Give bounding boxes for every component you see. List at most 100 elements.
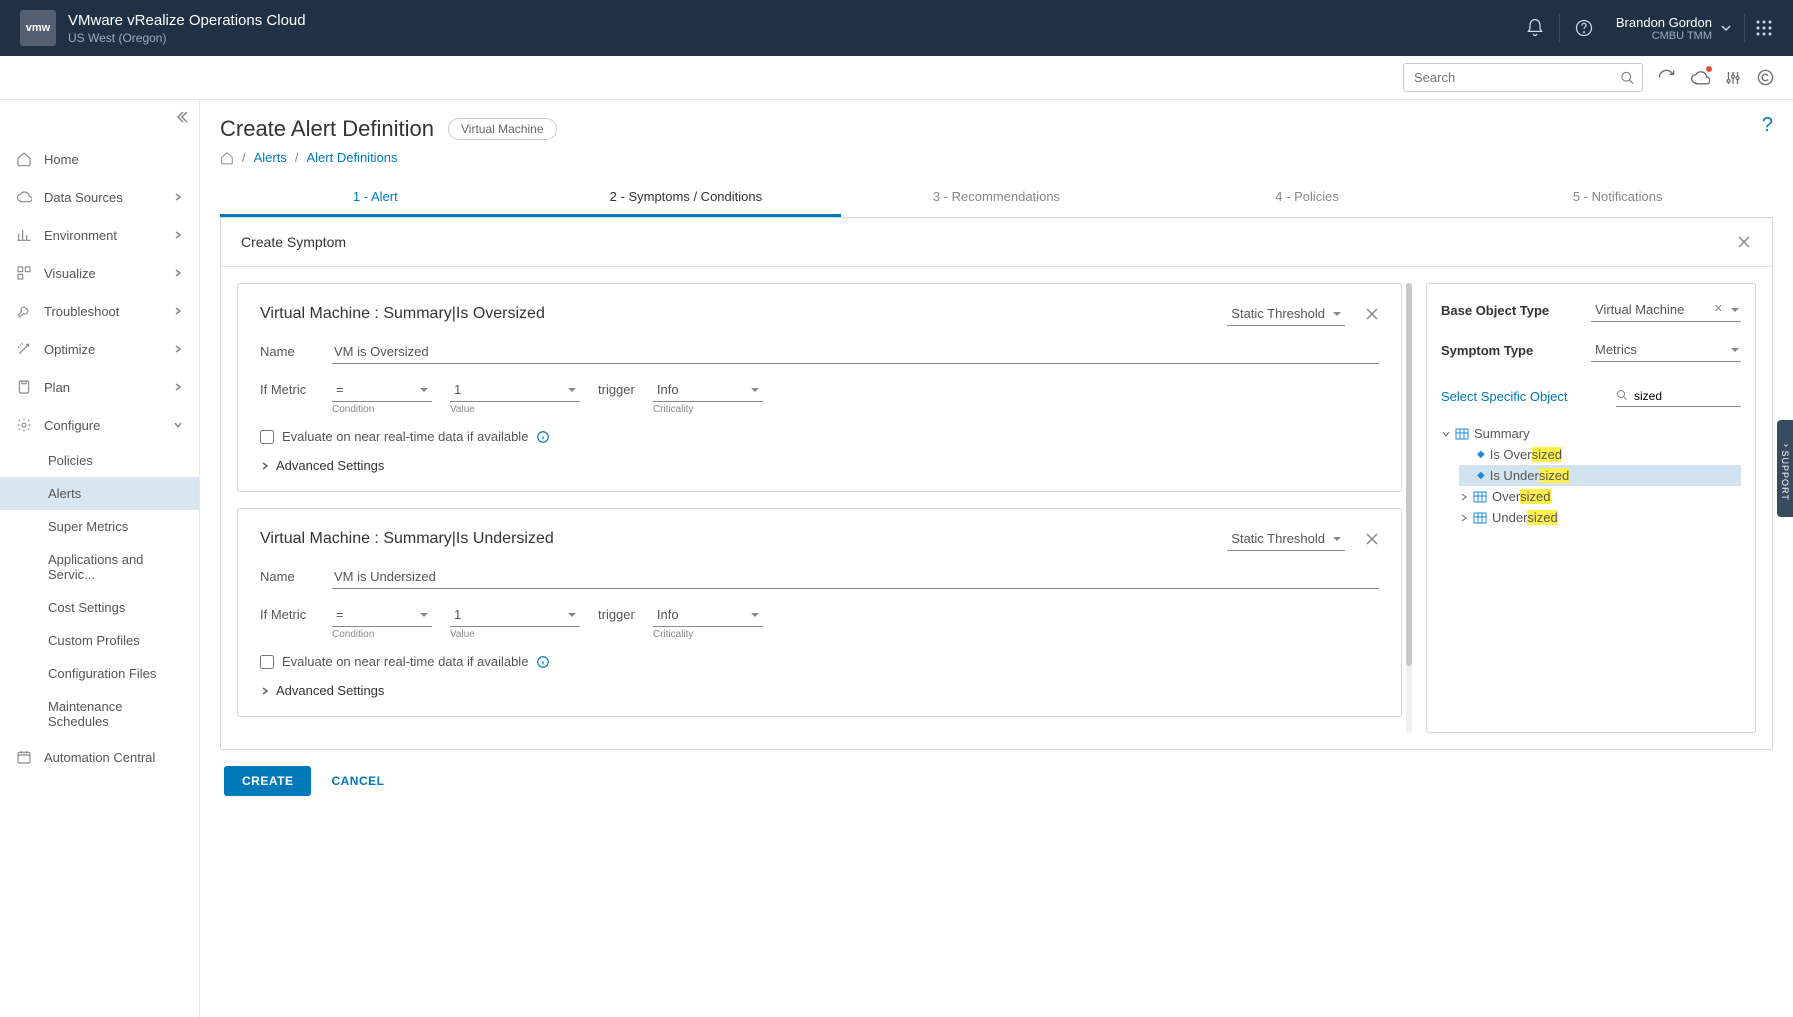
- sidebar-item-visualize[interactable]: Visualize: [0, 254, 199, 292]
- criticality-select[interactable]: Info: [653, 378, 763, 402]
- close-panel-icon[interactable]: [1736, 234, 1752, 250]
- search-input[interactable]: [1403, 63, 1643, 92]
- condition-hint: Condition: [332, 404, 432, 415]
- chevron-icon: [173, 268, 183, 278]
- sidebar-item-label: Data Sources: [44, 190, 123, 205]
- user-caret-icon[interactable]: [1720, 22, 1732, 34]
- chevron-icon: [173, 306, 183, 316]
- global-search[interactable]: [1403, 63, 1643, 92]
- wrench-icon: [16, 303, 34, 319]
- chevron-icon: [173, 344, 183, 354]
- tree-summary-folder[interactable]: Summary: [1441, 423, 1741, 444]
- sidebar-item-home[interactable]: Home: [0, 140, 199, 178]
- sidebar-item-plan[interactable]: Plan: [0, 368, 199, 406]
- sidebar-subitem-alerts[interactable]: Alerts: [0, 477, 199, 510]
- folder-icon: [1473, 512, 1487, 524]
- sidebar-item-optimize[interactable]: Optimize: [0, 330, 199, 368]
- step-policies[interactable]: 4 - Policies: [1152, 179, 1463, 217]
- realtime-checkbox[interactable]: [260, 430, 274, 444]
- panel-title: Create Symptom: [241, 234, 1736, 250]
- value-input[interactable]: 1: [450, 603, 580, 627]
- breadcrumb-alerts[interactable]: Alerts: [254, 150, 287, 165]
- help-icon[interactable]: [1574, 18, 1594, 38]
- app-title-block: VMware vRealize Operations Cloud US West…: [68, 12, 306, 45]
- base-object-select[interactable]: Virtual Machine✕: [1591, 298, 1741, 322]
- breadcrumb: / Alerts / Alert Definitions: [220, 150, 1773, 165]
- sidebar-subitem-maintenance-schedules[interactable]: Maintenance Schedules: [0, 690, 199, 738]
- metric-label: If Metric: [260, 378, 314, 397]
- collapse-sidebar-icon[interactable]: [175, 110, 189, 124]
- sidebar-item-environment[interactable]: Environment: [0, 216, 199, 254]
- sidebar-item-automation-central[interactable]: Automation Central: [0, 738, 199, 776]
- settings-sliders-icon[interactable]: [1724, 69, 1742, 87]
- realtime-checkbox[interactable]: [260, 655, 274, 669]
- folder-icon: [1455, 428, 1469, 440]
- sidebar-subitem-configuration-files[interactable]: Configuration Files: [0, 657, 199, 690]
- home-icon[interactable]: [220, 151, 234, 165]
- copyright-icon[interactable]: [1756, 68, 1775, 87]
- clear-base-icon[interactable]: ✕: [1714, 302, 1723, 315]
- condition-select[interactable]: =: [332, 378, 432, 402]
- create-button[interactable]: CREATE: [224, 766, 311, 796]
- criticality-select[interactable]: Info: [653, 603, 763, 627]
- step-notifications[interactable]: 5 - Notifications: [1462, 179, 1773, 217]
- tree-metric-item[interactable]: ◆Is Undersized: [1459, 465, 1741, 486]
- page-help-icon[interactable]: ?: [1762, 114, 1773, 137]
- support-tab[interactable]: ⌃ SUPPORT: [1777, 420, 1793, 517]
- metric-label: If Metric: [260, 603, 314, 622]
- threshold-select[interactable]: Static Threshold: [1227, 527, 1345, 551]
- metric-search-input[interactable]: [1616, 386, 1741, 407]
- search-icon: [1616, 389, 1628, 401]
- symptom-title: Virtual Machine : Summary|Is Oversized: [260, 305, 1227, 323]
- metric-search[interactable]: [1616, 386, 1741, 407]
- app-title: VMware vRealize Operations Cloud: [68, 12, 306, 29]
- region-label: US West (Oregon): [68, 31, 306, 45]
- info-icon[interactable]: [536, 430, 550, 444]
- gear-icon: [16, 417, 34, 433]
- symptom-type-select[interactable]: Metrics: [1591, 338, 1741, 362]
- sidebar-item-configure[interactable]: Configure: [0, 406, 199, 444]
- sidebar-subitem-applications-and-servic-[interactable]: Applications and Servic...: [0, 543, 199, 591]
- info-icon[interactable]: [536, 655, 550, 669]
- symptom-name-input[interactable]: [332, 340, 1379, 364]
- sidebar-subitem-custom-profiles[interactable]: Custom Profiles: [0, 624, 199, 657]
- user-role: CMBU TMM: [1616, 30, 1712, 42]
- select-object-link[interactable]: Select Specific Object: [1441, 389, 1567, 404]
- trigger-label: trigger: [598, 378, 635, 397]
- realtime-label: Evaluate on near real-time data if avail…: [282, 654, 528, 669]
- user-menu[interactable]: Brandon Gordon CMBU TMM: [1616, 15, 1712, 42]
- step-alert[interactable]: 1 - Alert: [220, 179, 531, 217]
- sidebar-subitem-cost-settings[interactable]: Cost Settings: [0, 591, 199, 624]
- tree-metric-item[interactable]: ◆Is Oversized: [1459, 444, 1741, 465]
- remove-symptom-icon[interactable]: [1365, 532, 1379, 546]
- bell-icon[interactable]: [1525, 18, 1545, 38]
- create-symptom-panel: Create Symptom Virtual Machine : Summary…: [220, 218, 1773, 750]
- step-symptoms[interactable]: 2 - Symptoms / Conditions: [531, 179, 842, 217]
- symptom-card: Virtual Machine : Summary|Is OversizedSt…: [237, 283, 1402, 492]
- breadcrumb-definitions[interactable]: Alert Definitions: [306, 150, 397, 165]
- sidebar-item-label: Home: [44, 152, 79, 167]
- tree-folder-item[interactable]: Undersized: [1459, 507, 1741, 528]
- symptom-name-input[interactable]: [332, 565, 1379, 589]
- sidebar-subitem-super-metrics[interactable]: Super Metrics: [0, 510, 199, 543]
- criticality-hint: Criticality: [653, 629, 763, 640]
- apps-grid-icon[interactable]: [1755, 19, 1773, 37]
- sidebar-subitem-policies[interactable]: Policies: [0, 444, 199, 477]
- step-recommendations[interactable]: 3 - Recommendations: [841, 179, 1152, 217]
- remove-symptom-icon[interactable]: [1365, 307, 1379, 321]
- tree-folder-item[interactable]: Oversized: [1459, 486, 1741, 507]
- utility-bar: [0, 56, 1793, 100]
- advanced-settings-toggle[interactable]: Advanced Settings: [260, 458, 1379, 473]
- condition-select[interactable]: =: [332, 603, 432, 627]
- cancel-button[interactable]: CANCEL: [331, 774, 384, 788]
- threshold-select[interactable]: Static Threshold: [1227, 302, 1345, 326]
- advanced-settings-toggle[interactable]: Advanced Settings: [260, 683, 1379, 698]
- chevron-icon: [173, 382, 183, 392]
- refresh-icon[interactable]: [1657, 68, 1676, 87]
- cloud-upload-icon[interactable]: [1690, 68, 1710, 88]
- value-input[interactable]: 1: [450, 378, 580, 402]
- sidebar-item-data-sources[interactable]: Data Sources: [0, 178, 199, 216]
- name-label: Name: [260, 340, 314, 359]
- sidebar-item-troubleshoot[interactable]: Troubleshoot: [0, 292, 199, 330]
- metric-icon: ◆: [1477, 449, 1485, 460]
